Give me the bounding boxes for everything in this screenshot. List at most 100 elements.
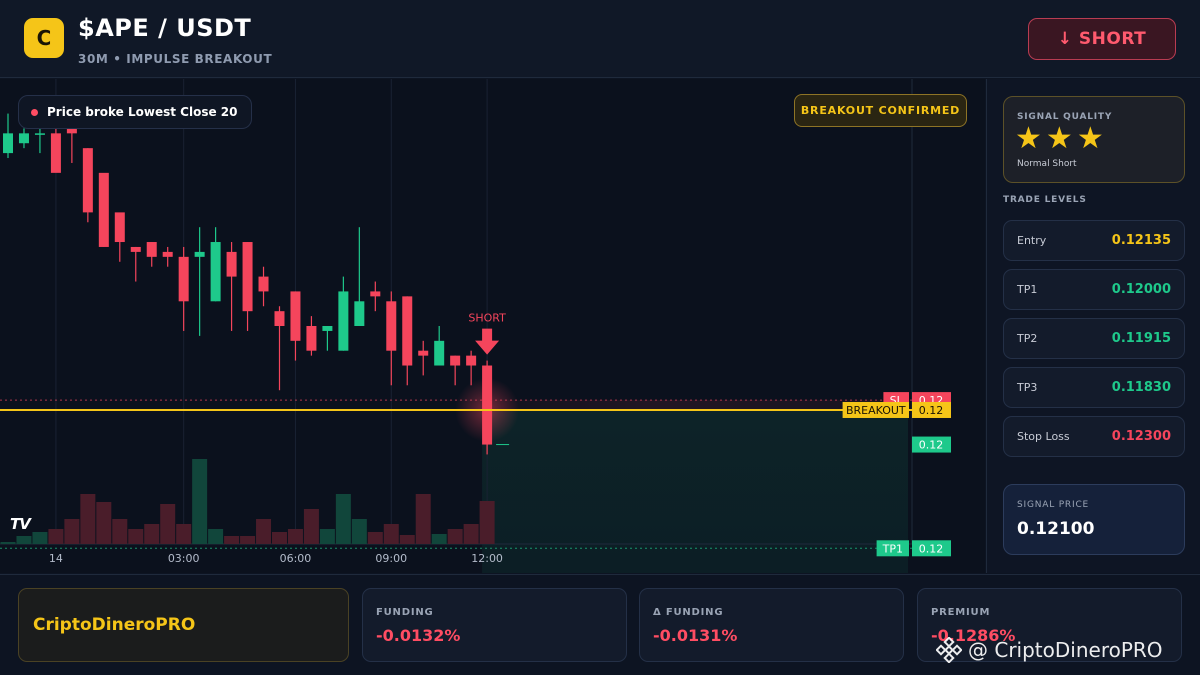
candle-body — [242, 242, 253, 312]
level-value: 0.12000 — [1111, 282, 1171, 297]
level-name: TP3 — [1017, 381, 1038, 394]
short-marker-label: SHORT — [468, 312, 506, 325]
level-tp2: TP2 0.11915 — [1003, 318, 1185, 359]
signal-price-card: SIGNAL PRICE 0.12100 — [1003, 484, 1185, 555]
brand-card: CriptoDineroPRO — [18, 588, 349, 662]
header: C $APE / USDT 30M • IMPULSE BREAKOUT ↓ S… — [0, 0, 1200, 78]
volume-bar — [335, 494, 351, 544]
price-chart[interactable]: SHORT SL 0.12 BREAKOUT 0.12 0.12 TP1 0.12 14 03… — [0, 79, 985, 573]
pair-title: $APE / USDT — [78, 14, 252, 42]
time-axis-label: 09:00 — [375, 552, 407, 565]
candle-body — [322, 326, 333, 331]
candle — [338, 276, 349, 351]
signal-reason-pill: Price broke Lowest Close 20 — [18, 95, 253, 129]
volume-bar — [287, 529, 303, 544]
candle — [418, 340, 429, 376]
alert-dot-icon — [31, 108, 38, 116]
signal-reason-text: Price broke Lowest Close 20 — [47, 105, 238, 119]
candle — [242, 242, 253, 331]
volume-bar — [431, 534, 447, 544]
volume-bar — [112, 519, 128, 544]
star-icon: ★ — [1015, 121, 1042, 156]
candle — [402, 296, 413, 386]
candle-body — [354, 301, 365, 326]
candle-body — [290, 291, 301, 341]
last-price-value-text: 0.12 — [919, 439, 944, 452]
time-axis-label: 12:00 — [471, 552, 503, 565]
short-arrow-icon — [475, 328, 500, 355]
candle-body — [466, 355, 477, 366]
time-axis-label: 14 — [49, 552, 63, 565]
level-value: 0.12300 — [1111, 429, 1171, 444]
candle — [450, 355, 461, 386]
funding-value: -0.0132% — [376, 626, 461, 645]
binance-icon — [936, 637, 962, 663]
level-value: 0.11915 — [1111, 331, 1171, 346]
short-button[interactable]: ↓ SHORT — [1028, 18, 1176, 60]
candle-body — [50, 133, 61, 173]
volume-bar — [80, 494, 96, 544]
candle-body — [434, 340, 445, 366]
candle — [130, 246, 141, 282]
volume-bar — [319, 529, 335, 544]
level-name: TP2 — [1017, 332, 1038, 345]
candle-body — [370, 291, 381, 297]
app-logo: C — [24, 18, 64, 58]
level-name: Entry — [1017, 234, 1047, 247]
candle — [322, 326, 333, 351]
candle — [290, 291, 301, 361]
candle-body — [402, 296, 413, 366]
candle — [114, 212, 125, 262]
candle-body — [114, 212, 125, 243]
footer-stats: CriptoDineroPRO FUNDING -0.0132% Δ FUNDI… — [0, 574, 1200, 675]
volume-bar — [447, 529, 463, 544]
volume-bar — [383, 524, 399, 544]
watermark-text: @ CriptoDineroPRO — [968, 638, 1163, 662]
candle-body — [146, 242, 157, 257]
tp1-label-text: TP1 — [882, 542, 903, 555]
volume-bar — [160, 504, 176, 544]
volume-bar — [144, 524, 160, 544]
level-entry: Entry 0.12135 — [1003, 220, 1185, 261]
candle — [370, 281, 381, 312]
level-name: Stop Loss — [1017, 430, 1070, 443]
volume-bar — [415, 494, 431, 544]
delta-funding-card: Δ FUNDING -0.0131% — [639, 588, 904, 662]
star-icon: ★ — [1045, 121, 1073, 156]
signal-panel: SIGNAL QUALITY ★ ★ ★ Normal Short TRADE … — [986, 79, 1200, 573]
candle-body — [162, 251, 173, 257]
candle-body — [194, 251, 205, 257]
volume-bar — [367, 532, 383, 544]
signal-quality-card: SIGNAL QUALITY ★ ★ ★ Normal Short — [1003, 96, 1185, 183]
rating-stars: ★ ★ ★ — [1015, 124, 1104, 154]
delta-funding-label: Δ FUNDING — [653, 607, 724, 618]
volume-bar — [16, 536, 32, 544]
volume-bar — [64, 519, 80, 544]
tradingview-logo[interactable]: TV — [10, 515, 31, 533]
candle — [194, 227, 205, 336]
volume-bar — [96, 502, 112, 544]
trade-levels-title: TRADE LEVELS — [1003, 195, 1087, 205]
candle — [146, 242, 157, 267]
breakout-label-text: BREAKOUT — [846, 404, 906, 417]
level-value: 0.11830 — [1111, 380, 1171, 395]
candle-body — [338, 291, 349, 351]
volume-bar — [240, 536, 256, 544]
candle — [162, 246, 173, 267]
volume-bar — [303, 509, 319, 544]
volume-bar — [271, 532, 287, 544]
candle-body — [82, 148, 93, 213]
volume-bar — [463, 524, 479, 544]
candle — [210, 227, 221, 302]
level-stop-loss: Stop Loss 0.12300 — [1003, 416, 1185, 457]
candlestick-chart[interactable]: SHORT SL 0.12BREAKOUT 0.120.12TP1 0.12 14 03… — [0, 79, 985, 573]
candle — [3, 113, 13, 159]
level-tp3: TP3 0.11830 — [1003, 367, 1185, 408]
star-icon: ★ — [1076, 121, 1104, 156]
candle — [82, 148, 93, 223]
volume-bar — [192, 459, 208, 544]
timeframe-subtitle: 30M • IMPULSE BREAKOUT — [78, 52, 273, 66]
volume-bar — [351, 519, 367, 544]
volume-bar — [224, 536, 240, 544]
candle — [66, 123, 77, 163]
